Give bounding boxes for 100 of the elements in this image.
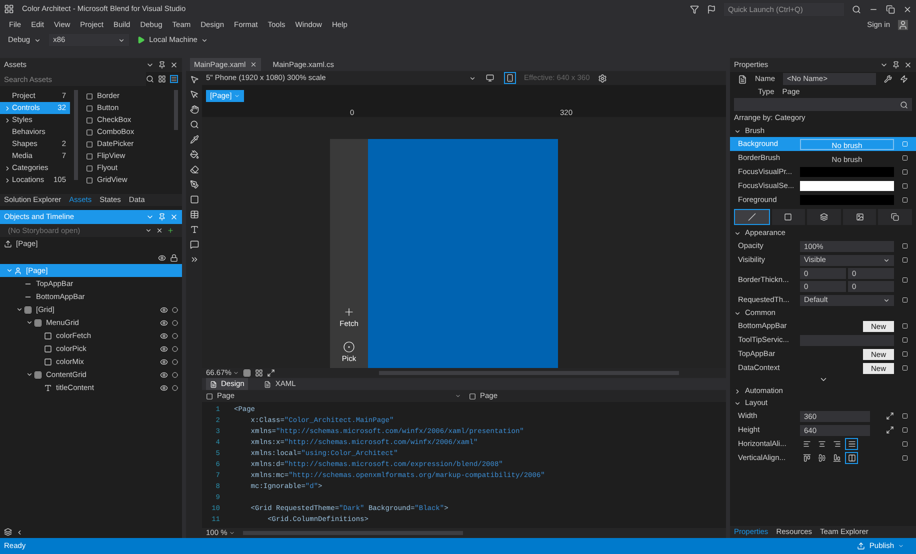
property-search-field[interactable] [734, 98, 912, 111]
advanced-options-icon[interactable] [902, 323, 908, 329]
close-icon[interactable] [903, 4, 912, 14]
fit-icon[interactable] [267, 369, 276, 377]
orientation-icon [506, 74, 514, 82]
lock-toggle-icon[interactable] [172, 346, 178, 352]
brush-type-tab[interactable] [772, 209, 806, 225]
scope-up-icon[interactable] [4, 240, 12, 248]
lock-toggle-icon[interactable] [172, 306, 178, 312]
events-icon[interactable] [900, 75, 908, 83]
view-icon [264, 380, 272, 388]
flag-icon[interactable] [707, 4, 716, 14]
close-icon[interactable] [156, 227, 163, 234]
eye-icon[interactable] [160, 384, 168, 392]
tool-icon[interactable] [190, 90, 198, 99]
tool-icon[interactable] [190, 240, 198, 249]
eye-icon[interactable] [160, 318, 168, 326]
publish-icon [857, 542, 866, 550]
advanced-options-icon[interactable] [902, 169, 908, 175]
lock-icon[interactable] [170, 254, 178, 262]
tool-icon[interactable] [190, 75, 198, 84]
advanced-options-icon[interactable] [902, 197, 908, 203]
pin-icon[interactable] [892, 61, 900, 69]
caret-icon [883, 256, 890, 264]
eye-icon[interactable] [160, 358, 168, 366]
search-icon[interactable] [146, 75, 154, 83]
search-icon[interactable] [852, 4, 861, 14]
pin-icon[interactable] [158, 61, 166, 69]
align-option[interactable] [845, 452, 858, 464]
advanced-options-icon[interactable] [902, 183, 908, 189]
close-icon[interactable] [170, 61, 178, 69]
tool-icon[interactable] [190, 195, 198, 204]
expand-icon [734, 128, 741, 134]
scrollbar[interactable] [174, 90, 178, 130]
layers-icon[interactable] [4, 528, 12, 536]
scrollbar[interactable] [74, 90, 78, 180]
expand-icon[interactable] [26, 371, 33, 378]
color-swatch[interactable] [800, 181, 894, 191]
grid-view-icon[interactable] [158, 75, 166, 83]
dropdown-icon[interactable] [880, 61, 888, 69]
brush-type-tab[interactable] [842, 209, 876, 225]
tool-icon[interactable] [190, 105, 198, 114]
advanced-options-icon[interactable] [902, 277, 908, 283]
restore-icon[interactable] [886, 4, 895, 14]
advanced-options-icon[interactable] [902, 413, 908, 419]
tool-icon[interactable] [190, 150, 198, 159]
orientation-toggle[interactable] [504, 72, 516, 84]
tool-icon[interactable] [190, 120, 198, 129]
advanced-options-icon[interactable] [902, 337, 908, 343]
list-view-icon[interactable] [170, 75, 178, 83]
advanced-options-icon[interactable] [902, 455, 908, 461]
advanced-options-icon[interactable] [902, 351, 908, 357]
tool-icon[interactable] [190, 165, 198, 174]
tool-icon[interactable] [190, 225, 198, 234]
lock-toggle-icon[interactable] [172, 358, 178, 364]
settings-icon[interactable] [598, 74, 607, 82]
eye-icon[interactable] [160, 332, 168, 340]
brush-type-tab[interactable] [878, 209, 912, 225]
tool-icon[interactable] [190, 180, 198, 189]
snap-icon[interactable] [255, 369, 264, 377]
filter-icon[interactable] [690, 4, 699, 14]
advanced-options-icon[interactable] [902, 365, 908, 371]
orientation-toggle[interactable] [484, 72, 496, 84]
advanced-options-icon[interactable] [902, 155, 908, 161]
advanced-options-icon[interactable] [902, 427, 908, 433]
brush-type-tab[interactable] [807, 209, 841, 225]
align-option[interactable] [845, 438, 858, 450]
search-icon [900, 100, 908, 108]
eye-icon[interactable] [160, 344, 168, 352]
advanced-options-icon[interactable] [902, 441, 908, 447]
lock-toggle-icon[interactable] [172, 384, 178, 390]
close-icon[interactable] [904, 61, 912, 69]
tool-icon[interactable] [190, 135, 198, 144]
add-icon[interactable] [167, 227, 174, 234]
caret-icon [229, 530, 236, 536]
account-icon[interactable] [898, 20, 908, 30]
brush-icon [856, 213, 864, 221]
tool-icon[interactable] [190, 255, 198, 264]
eye-icon[interactable] [160, 370, 168, 378]
eye-icon[interactable] [158, 254, 166, 262]
plus-icon [342, 306, 355, 318]
value-field[interactable] [800, 334, 894, 346]
tool-icon[interactable] [190, 210, 198, 219]
show-more-icon[interactable] [818, 375, 828, 384]
dropdown-icon[interactable] [146, 61, 154, 69]
eye-icon[interactable] [160, 306, 168, 314]
advanced-options-icon[interactable] [902, 257, 908, 263]
auto-size-icon[interactable] [886, 426, 894, 434]
scroll-left-icon[interactable] [16, 528, 23, 536]
advanced-options-icon[interactable] [902, 243, 908, 249]
lock-toggle-icon[interactable] [172, 372, 178, 378]
properties-icon[interactable] [884, 75, 892, 83]
caret-icon[interactable] [145, 227, 152, 234]
auto-size-icon[interactable] [886, 412, 894, 420]
lock-toggle-icon[interactable] [172, 320, 178, 326]
lock-toggle-icon[interactable] [172, 332, 178, 338]
advanced-options-icon[interactable] [902, 297, 908, 303]
grid-icon[interactable] [243, 369, 252, 377]
color-swatch[interactable] [800, 195, 894, 205]
color-swatch[interactable] [800, 167, 894, 177]
